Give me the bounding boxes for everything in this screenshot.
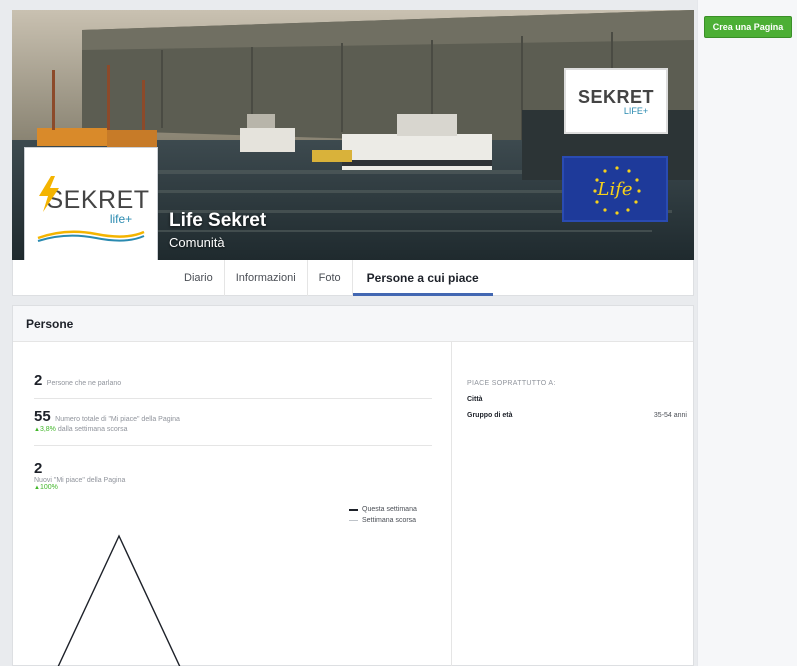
lightning-bolt-icon xyxy=(39,176,59,212)
total-likes-stat: 55 Numero totale di "Mi piace" della Pag… xyxy=(34,408,180,433)
create-page-button[interactable]: Crea una Pagina xyxy=(704,16,792,38)
new-likes-chart xyxy=(57,534,181,666)
page-name[interactable]: Life Sekret xyxy=(169,210,266,232)
legend-item-this-week: Questa settimana xyxy=(349,504,417,515)
demographics-city-row: Città xyxy=(467,396,483,403)
new-likes-stat: 2 Nuovi "Mi piace" della Pagina ▲100% xyxy=(34,460,126,491)
people-panel: Persone 2 Persone che ne parlano 55 Nume… xyxy=(12,305,694,666)
tab-informazioni[interactable]: Informazioni xyxy=(225,260,308,296)
tab-foto[interactable]: Foto xyxy=(308,260,353,296)
demographics-age-row: Gruppo di età 35-54 anni xyxy=(467,412,687,419)
column-divider xyxy=(451,342,452,666)
chart-legend: Questa settimana Settimana scorsa xyxy=(349,504,417,526)
legend-item-last-week: Settimana scorsa xyxy=(349,515,417,526)
panel-title: Persone xyxy=(13,306,693,342)
demographics-title: PIACE SOPRATTUTTO A: xyxy=(467,380,556,387)
talking-about-stat: 2 Persone che ne parlano xyxy=(34,372,122,389)
sekret-cover-logo: SEKRET LIFE+ xyxy=(564,68,668,134)
demographics-panel: PIACE SOPRATTUTTO A: Città Gruppo di età… xyxy=(467,342,687,419)
eu-life-logo: Life xyxy=(562,156,668,222)
right-rail xyxy=(697,0,797,666)
page-tab-bar: Diario Informazioni Foto Persone a cui p… xyxy=(12,260,694,296)
tab-diario[interactable]: Diario xyxy=(173,260,225,296)
wave-icon xyxy=(37,230,145,242)
page-category[interactable]: Comunità xyxy=(169,235,225,250)
likes-stats: 2 Persone che ne parlano 55 Numero total… xyxy=(34,342,432,491)
series-line-this-week xyxy=(57,534,181,666)
eu-stars-icon xyxy=(593,166,641,215)
tab-persone-a-cui-piace[interactable]: Persone a cui piace xyxy=(352,260,493,296)
